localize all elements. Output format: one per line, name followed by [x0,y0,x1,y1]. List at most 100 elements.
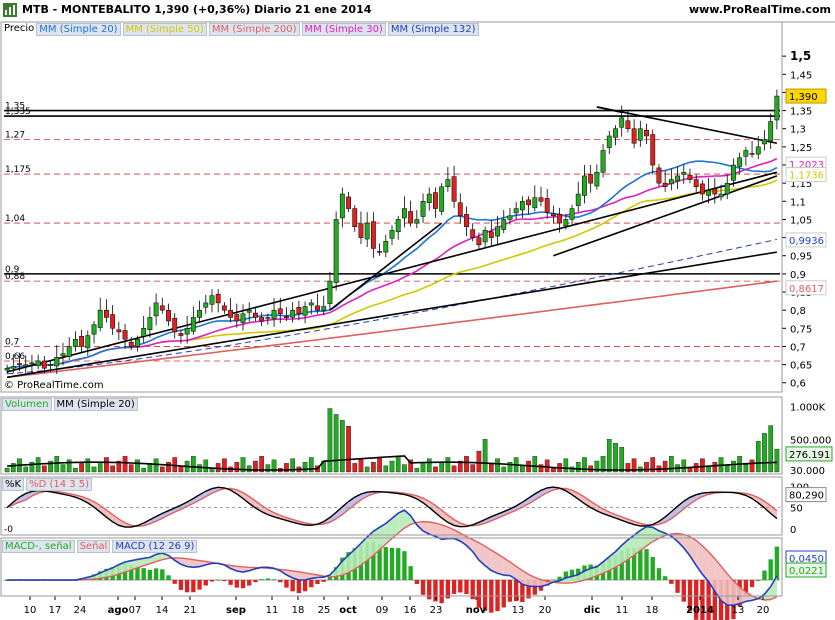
candle-body [271,309,277,320]
macd-legend-item[interactable]: MACD (12 26 9) [112,540,198,553]
price-level-label: 1,04 [5,214,25,224]
candle-body [290,309,296,318]
stochastic-value-label: 80,290 [789,491,824,502]
ma20-line [6,160,778,369]
macd-histogram-bar [756,579,761,581]
candle-body [209,295,215,305]
candle-body [135,338,140,347]
chart-window: MTB - MONTEBALITO 1,390 (+0,36%) Diario … [0,0,835,620]
candle-body [613,128,618,138]
price-level-label: 0,66 [5,352,25,362]
volume-bar [482,439,488,473]
candle-body [153,302,159,317]
volume-bar [141,467,147,473]
macd-histogram-bar [160,569,165,580]
macd-legend: MACD-, señal Señal MACD (12 26 9) [2,540,199,553]
stochastic-zero-label: -0 [4,525,13,535]
macd-histogram-bar [476,580,482,608]
volume-bar [135,459,140,473]
volume-bar [42,465,47,473]
macd-histogram-bar [209,580,215,582]
candle-body [339,193,345,219]
volume-bar [774,448,780,473]
price-axis-label: 0,95 [790,252,812,263]
candle-body [737,157,743,167]
volume-bar [358,458,364,473]
price-legend-item[interactable]: MM (Simple 200) [208,23,300,36]
volume-bar [489,463,494,473]
candle-body [104,309,109,318]
volume-bar [60,464,66,473]
price-legend-item[interactable]: MM (Simple 132) [387,23,479,36]
macd-histogram-bar [675,580,680,593]
price-axis-label: 1,5 [790,49,811,63]
candle-body [54,357,60,367]
candle-body [550,213,556,217]
candle-body [296,307,302,315]
price-legend-item[interactable]: MM (Simple 20) [36,23,121,36]
candle-body [277,308,283,315]
candle-body [464,214,469,227]
macd-histogram-bar [216,579,221,581]
candle-body [159,305,165,311]
price-value-badge-label: 0,9936 [789,236,824,247]
candle-body [433,192,438,209]
stoch-legend-item[interactable]: %K [2,478,25,491]
candle-body [401,208,407,219]
volume-legend-item[interactable]: MM (Simple 20) [53,398,138,411]
macd-histogram-bar [507,580,513,602]
candle-body [377,251,383,253]
volume-bar [414,467,420,473]
volume-bar [302,462,308,473]
price-legend-item[interactable]: MM (Simple 50) [122,23,207,36]
macd-legend-item[interactable]: Señal [76,540,111,553]
volume-bar [743,464,749,473]
candle-body [594,172,600,187]
price-legend-item[interactable]: MM (Simple 30) [301,23,386,36]
candle-body [203,302,209,308]
volume-legend-item[interactable]: Volumen [2,398,52,411]
candle-body [445,179,451,188]
volume-bar [159,466,165,473]
price-legend-item[interactable]: Precio [2,23,36,36]
x-axis-label: 2014 [686,605,714,616]
macd-histogram-bar [184,580,190,593]
volume-bar [681,459,687,473]
candle-body [451,176,457,202]
chart-canvas[interactable]: 1,351,3351,271,1751,040,90,880,70,66 -0 … [0,0,835,620]
volume-bar [501,466,507,473]
candle-body [718,193,724,198]
volume-bar [79,463,84,473]
price-value-badge-label: 1,1736 [789,171,824,182]
stochastic-axis-label: 0 [790,525,796,536]
candle-body [538,197,544,202]
volume-bar [762,433,767,473]
volume-bar [54,456,60,473]
candle-body [48,364,53,366]
price-axis-label: 1,1 [790,197,806,208]
macd-legend-item[interactable]: MACD-, señal [2,540,75,553]
candle-body [631,128,637,144]
candle-body [408,211,414,224]
macd-histogram-bar [172,580,177,584]
x-axis-label: 18 [646,605,659,616]
x-axis-label: ago [108,605,129,616]
volume-bar [575,462,581,473]
candle-body [172,317,178,333]
candle-body [35,360,41,366]
x-axis-label: 17 [49,605,62,616]
volume-bar [4,467,10,473]
macd-histogram-bar [681,580,686,602]
candle-body [526,199,531,206]
candle-body [439,186,445,212]
x-axis-label: 13 [732,605,745,616]
volume-bar [333,414,339,473]
volume-bar [371,462,376,473]
candle-body [41,360,47,369]
volume-bar [327,408,333,473]
volume-bar [687,467,693,473]
macd-histogram-bar [284,580,289,588]
macd-histogram-bar [228,580,233,585]
stoch-legend-item[interactable]: %D (14 3 5) [26,478,93,491]
candle-body [190,317,196,332]
